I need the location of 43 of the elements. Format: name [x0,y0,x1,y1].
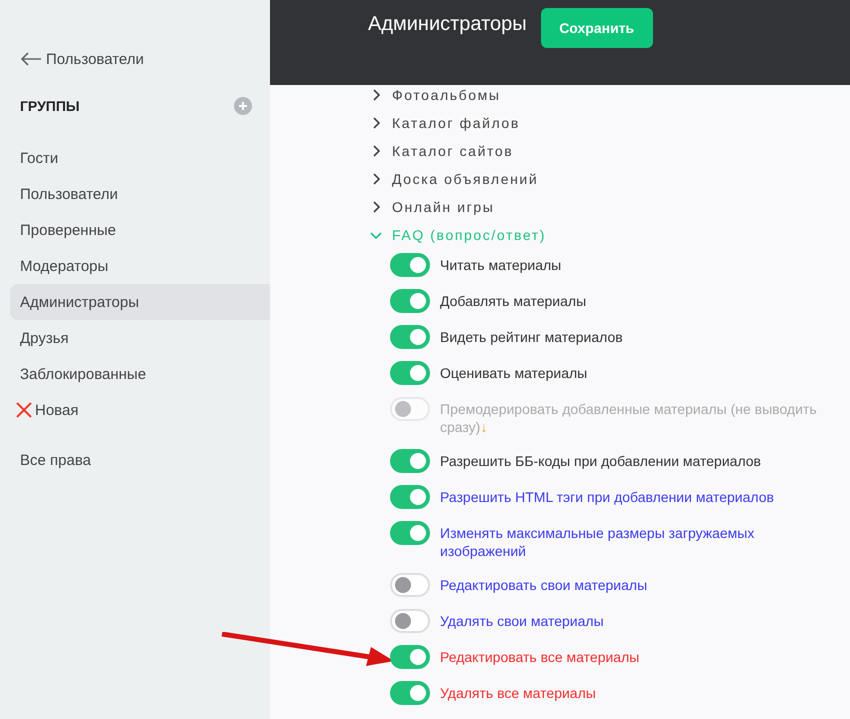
group-item[interactable]: Проверенные [10,212,270,248]
section-item[interactable]: Фотоальбомы [370,81,850,109]
toggle-switch[interactable] [390,521,430,545]
toggle-switch[interactable] [390,645,430,669]
group-item[interactable]: Пользователи [10,176,270,212]
permission-label: Разрешить ББ-коды при добавлении материалов [440,452,761,471]
group-item[interactable]: Гости [10,140,270,176]
toggle-switch[interactable] [390,361,430,385]
permission-label: Видеть рейтинг материалов [440,328,623,347]
group-item[interactable]: Модераторы [10,248,270,284]
group-item[interactable]: Друзья [10,320,270,356]
add-icon[interactable] [234,97,252,115]
section-item[interactable]: Доска объявлений [370,165,850,193]
back-link[interactable]: Пользователи [0,48,270,70]
permission-label: Оценивать материалы [440,364,588,383]
toggle-switch[interactable] [390,449,430,473]
section-item[interactable]: Онлайн игры [370,193,850,221]
toggle-switch[interactable] [390,573,430,597]
permission-label: Премодерировать добавленные материалы (не выводить сразу)↓ [440,400,818,437]
section-item[interactable]: Каталог файлов [370,109,850,137]
group-item[interactable]: Заблокированные [10,356,270,392]
group-item[interactable]: Администраторы [10,284,270,320]
toggle-switch[interactable] [390,609,430,633]
permission-label: Удалять все материалы [440,684,596,703]
toggle-switch[interactable] [390,485,430,509]
page-title: Администраторы [368,13,527,36]
group-item[interactable]: Новая [10,392,270,428]
permission-label: Изменять максимальные размеры загружаемых изображений [440,524,756,561]
groups-heading: ГРУППЫ [20,98,80,114]
permission-label: Читать материалы [440,256,562,275]
permission-label: Удалять свои материалы [440,612,604,631]
toggle-switch[interactable] [390,289,430,313]
permission-label: Добавлять материалы [440,292,586,311]
cross-icon [16,402,32,418]
permission-label: Редактировать все материалы [440,648,640,667]
section-item[interactable]: Каталог сайтов [370,137,850,165]
back-arrow-icon [20,52,42,66]
toggle-switch[interactable] [390,681,430,705]
toggle-switch[interactable] [390,253,430,277]
toggle-switch[interactable] [390,325,430,349]
all-rights-link[interactable]: Все права [0,452,270,469]
permission-label: Разрешить HTML тэги при добавлении материалов [440,488,774,507]
permission-label: Редактировать свои материалы [440,576,648,595]
